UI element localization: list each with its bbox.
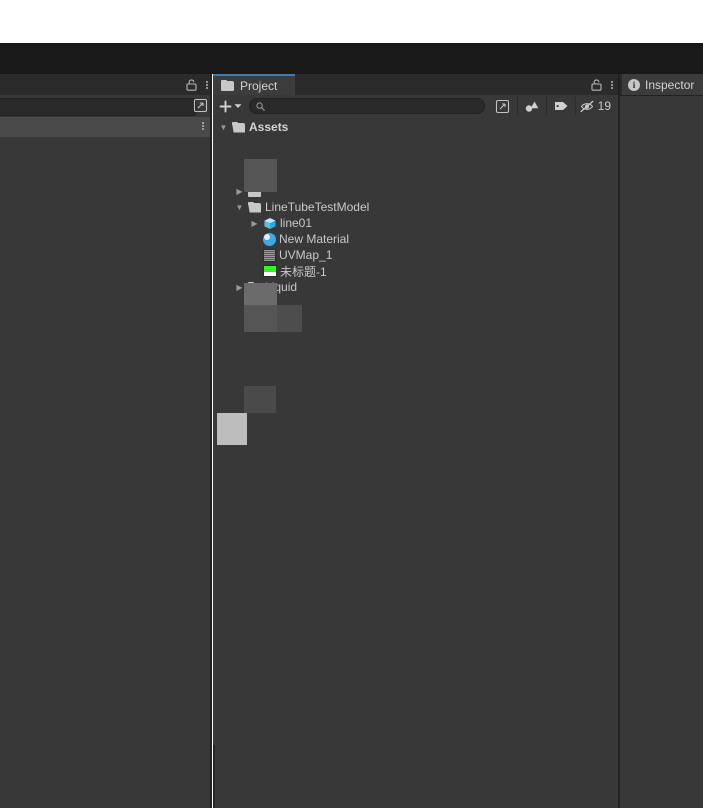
tree-row[interactable]: ▶ xyxy=(213,183,618,199)
kebab-menu-icon[interactable] xyxy=(611,80,613,89)
folder-icon xyxy=(248,185,262,197)
tab-inspector[interactable]: i Inspector xyxy=(622,74,703,95)
hidden-items-count: 19 xyxy=(597,99,611,113)
kebab-menu-icon[interactable] xyxy=(202,122,204,130)
tree-item-label: Liquid xyxy=(265,280,298,294)
tree-item-label: UVMap_1 xyxy=(279,248,333,262)
folder-icon xyxy=(248,281,262,293)
folder-open-icon xyxy=(232,121,246,133)
tree-row[interactable]: ▼ Assets xyxy=(213,119,618,135)
lock-icon[interactable] xyxy=(186,78,197,91)
chevron-right-icon[interactable]: ▶ xyxy=(234,283,245,292)
tree-row[interactable]: ▶ UVMap_1 xyxy=(213,247,618,263)
hidden-items-indicator[interactable]: 19 xyxy=(578,97,615,115)
left-panel-divider xyxy=(210,74,212,808)
project-tabbar: Project xyxy=(213,74,618,96)
tree-item-label: New Material xyxy=(279,232,350,246)
tree-item-label: 未标题-1 xyxy=(280,264,327,279)
app-top-bar xyxy=(0,43,703,74)
chevron-down-icon[interactable]: ▼ xyxy=(234,203,245,212)
chevron-down-icon xyxy=(234,103,242,109)
chevron-right-icon[interactable]: ▶ xyxy=(249,219,260,228)
create-asset-button[interactable] xyxy=(216,98,245,115)
project-search-input[interactable] xyxy=(249,98,485,114)
chevron-right-icon[interactable]: ▶ xyxy=(234,187,245,196)
folder-icon xyxy=(221,80,235,91)
inspector-tabbar: i Inspector xyxy=(620,74,703,96)
plus-icon xyxy=(219,100,232,113)
unity-editor-window: Project 19 ▼ Assets ▶ ▼ LineTubeTestMode… xyxy=(0,0,703,808)
eye-off-icon xyxy=(580,100,597,113)
top-white-strip xyxy=(0,0,703,43)
material-sphere-icon xyxy=(263,232,276,246)
search-expand-icon[interactable] xyxy=(193,98,208,113)
left-panel-header-row xyxy=(0,117,212,138)
tree-row[interactable]: ▶ 未标题-1 xyxy=(213,263,618,279)
tab-inspector-label: Inspector xyxy=(645,77,695,92)
kebab-menu-icon[interactable] xyxy=(206,80,208,89)
left-panel-tabbar xyxy=(0,74,212,96)
project-search-field[interactable] xyxy=(256,99,478,113)
toolbar-separator xyxy=(574,97,576,115)
project-tree-divider xyxy=(213,745,215,808)
toolbar-separator xyxy=(545,97,547,115)
left-panel xyxy=(0,74,212,808)
inspector-panel: i Inspector xyxy=(620,74,703,808)
tab-project-label: Project xyxy=(240,78,278,93)
tree-item-label: LineTubeTestModel xyxy=(265,200,370,214)
tree-item-label: line01 xyxy=(280,216,313,230)
lock-icon[interactable] xyxy=(591,78,602,91)
left-panel-body xyxy=(0,137,212,808)
folder-open-icon xyxy=(248,201,262,213)
tab-project[interactable]: Project xyxy=(213,74,295,95)
toolbar-separator xyxy=(516,97,518,115)
tree-row[interactable]: ▶ line01 xyxy=(213,215,618,231)
color-swatch-icon xyxy=(263,265,277,277)
project-tabbar-actions xyxy=(591,74,613,95)
left-panel-toolbar xyxy=(0,95,212,117)
search-icon xyxy=(256,102,265,111)
project-toolbar: 19 xyxy=(213,95,618,117)
chevron-down-icon[interactable]: ▼ xyxy=(218,123,229,132)
mesh-model-icon xyxy=(263,217,277,230)
tree-row[interactable]: ▶ Liquid xyxy=(213,279,618,295)
type-filter-button[interactable] xyxy=(520,97,544,115)
texture-icon xyxy=(263,248,276,262)
tree-row[interactable]: ▼ LineTubeTestModel xyxy=(213,199,618,215)
left-search-input[interactable] xyxy=(0,98,196,116)
project-asset-tree[interactable]: ▼ Assets ▶ ▼ LineTubeTestModel ▶ line01 … xyxy=(213,117,618,808)
info-icon: i xyxy=(628,78,640,91)
search-expand-button[interactable] xyxy=(491,97,515,115)
tree-row[interactable]: ▶ New Material xyxy=(213,231,618,247)
label-filter-button[interactable] xyxy=(549,97,573,115)
tree-item-label: Assets xyxy=(249,120,289,134)
project-panel: Project 19 ▼ Assets ▶ ▼ LineTubeTestMode… xyxy=(213,74,618,808)
